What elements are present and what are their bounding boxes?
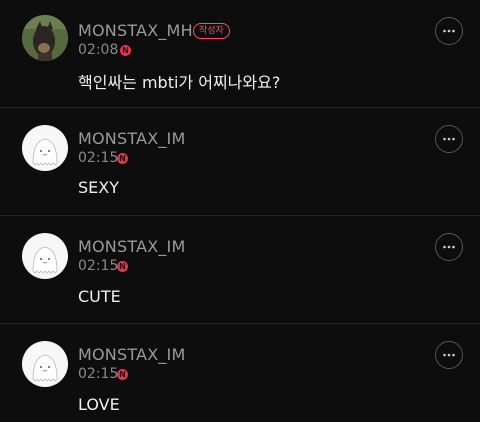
more-options-button[interactable] — [435, 341, 463, 369]
comment-item: MONSTAX_MH 작성자 02:08 N 핵인싸는 mbti가 어찌나와요? — [0, 0, 480, 107]
author-name[interactable]: MONSTAX_IM — [78, 129, 185, 148]
more-options-button[interactable] — [435, 17, 463, 45]
more-options-icon — [443, 137, 455, 141]
avatar[interactable] — [22, 233, 68, 279]
new-badge-icon: N — [117, 153, 128, 164]
more-options-icon — [443, 29, 455, 33]
comment-text: SEXY — [78, 178, 119, 197]
author-name[interactable]: MONSTAX_IM — [78, 237, 185, 256]
avatar[interactable] — [22, 15, 68, 61]
comment-text: CUTE — [78, 287, 121, 306]
comment-item: MONSTAX_IM 02:15 N CUTE — [0, 216, 480, 323]
more-options-button[interactable] — [435, 233, 463, 261]
comment-text: 핵인싸는 mbti가 어찌나와요? — [78, 73, 281, 92]
new-badge-icon: N — [120, 45, 131, 56]
timestamp: 02:08 — [78, 42, 119, 58]
author-name[interactable]: MONSTAX_IM — [78, 345, 185, 364]
more-options-icon — [443, 353, 455, 357]
comment-item: MONSTAX_IM 02:15 N LOVE — [0, 324, 480, 422]
avatar[interactable] — [22, 341, 68, 387]
new-badge-icon: N — [117, 369, 128, 380]
timestamp: 02:15 — [78, 150, 119, 166]
author-badge: 작성자 — [193, 23, 230, 39]
timestamp: 02:15 — [78, 366, 119, 382]
comment-item: MONSTAX_IM 02:15 N SEXY — [0, 108, 480, 215]
new-badge-icon: N — [117, 261, 128, 272]
author-name[interactable]: MONSTAX_MH — [78, 21, 193, 40]
comment-feed: MONSTAX_MH 작성자 02:08 N 핵인싸는 mbti가 어찌나와요?… — [0, 0, 480, 422]
more-options-icon — [443, 245, 455, 249]
more-options-button[interactable] — [435, 125, 463, 153]
timestamp: 02:15 — [78, 258, 119, 274]
comment-text: LOVE — [78, 395, 120, 414]
avatar[interactable] — [22, 125, 68, 171]
